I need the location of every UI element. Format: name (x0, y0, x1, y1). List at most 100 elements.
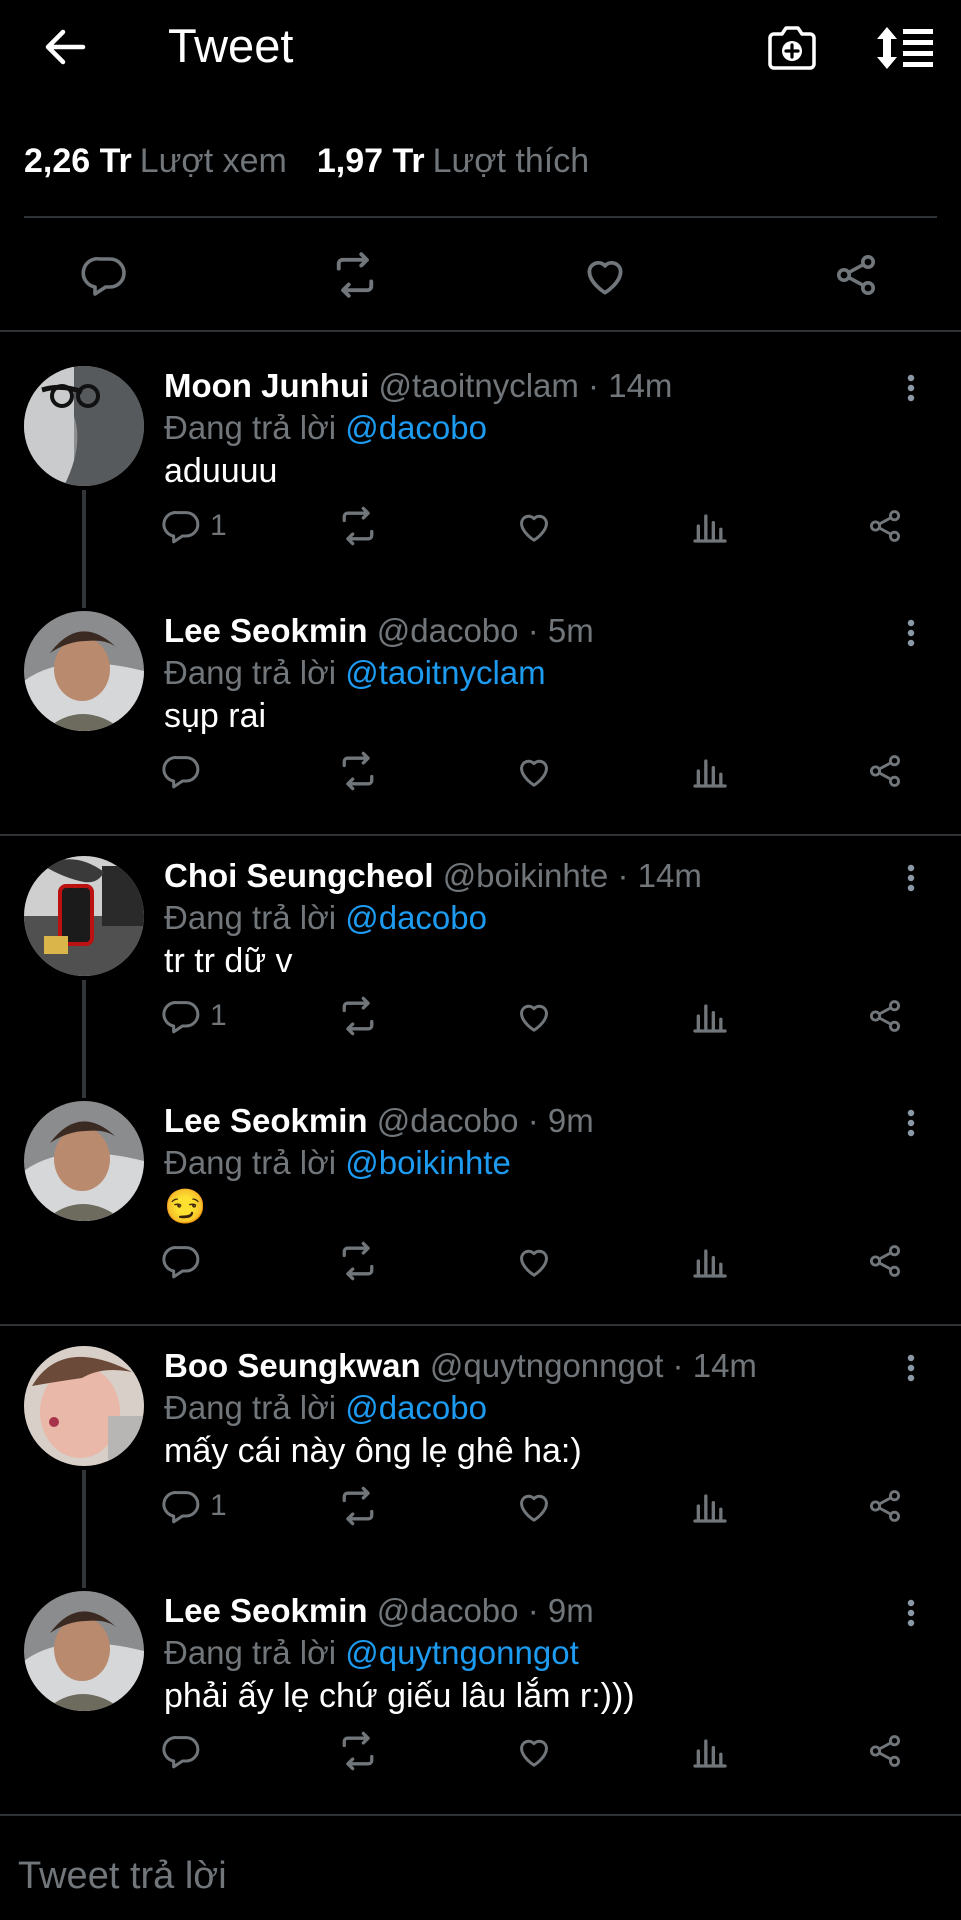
bar-chart-icon (690, 1241, 730, 1281)
avatar[interactable] (24, 611, 144, 731)
reply-tweet[interactable]: Lee Seokmin @dacobo · 9m Đang trả lời @q… (0, 1571, 961, 1816)
reply-tweet[interactable]: Choi Seungcheol @boikinhte · 14m Đang tr… (0, 836, 961, 1081)
main-like-button[interactable] (578, 250, 632, 300)
more-vertical-icon (906, 618, 916, 648)
reply-header: Lee Seokmin @dacobo · 9m (164, 1102, 594, 1140)
avatar[interactable] (24, 856, 144, 976)
camera-plus-icon (766, 24, 818, 72)
reply-button[interactable] (162, 1726, 210, 1776)
mention-link[interactable]: @dacobo (345, 899, 487, 936)
back-button[interactable] (40, 22, 90, 72)
views-label: Lượt xem (139, 142, 287, 180)
retweet-button[interactable] (336, 1726, 380, 1776)
mention-link[interactable]: @taoitnyclam (345, 654, 545, 691)
share-button[interactable] (866, 501, 904, 551)
reply-button[interactable]: 1 (162, 991, 227, 1041)
like-button[interactable] (514, 991, 554, 1041)
view-stats-button[interactable] (690, 1726, 730, 1776)
replying-to: Đang trả lời @taoitnyclam (164, 654, 546, 692)
more-options-button[interactable] (896, 1346, 926, 1390)
retweet-button[interactable] (336, 1481, 380, 1531)
mention-link[interactable]: @dacobo (345, 409, 487, 446)
views-count[interactable]: 2,26 Tr (24, 142, 132, 180)
retweet-button[interactable] (336, 746, 380, 796)
reply-tweet[interactable]: Lee Seokmin @dacobo · 5m Đang trả lời @t… (0, 591, 961, 836)
author-name[interactable]: Moon Junhui (164, 367, 369, 404)
mention-link[interactable]: @quytngonngot (345, 1634, 579, 1671)
retweet-button[interactable] (336, 501, 380, 551)
view-stats-button[interactable] (690, 991, 730, 1041)
reply-icon (162, 1486, 202, 1526)
author-handle[interactable]: @dacobo (377, 1102, 519, 1139)
author-handle[interactable]: @boikinhte (443, 857, 609, 894)
camera-button[interactable] (762, 20, 822, 76)
bar-chart-icon (690, 751, 730, 791)
share-icon (866, 1732, 904, 1770)
author-handle[interactable]: @quytngonngot (430, 1347, 664, 1384)
more-options-button[interactable] (896, 1101, 926, 1145)
avatar[interactable] (24, 1101, 144, 1221)
heart-icon (514, 1241, 554, 1281)
reply-tweet[interactable]: Boo Seungkwan @quytngonngot · 14m Đang t… (0, 1326, 961, 1571)
reply-button[interactable]: 1 (162, 501, 227, 551)
main-retweet-button[interactable] (328, 250, 382, 300)
view-stats-button[interactable] (690, 501, 730, 551)
main-reply-button[interactable] (78, 250, 132, 300)
reply-header: Moon Junhui @taoitnyclam · 14m (164, 367, 672, 405)
share-button[interactable] (866, 1236, 904, 1286)
reply-button[interactable] (162, 746, 210, 796)
reply-compose-input[interactable]: Tweet trả lời (18, 1855, 227, 1898)
heart-icon (514, 751, 554, 791)
sort-replies-button[interactable] (872, 20, 938, 76)
heart-icon (514, 1731, 554, 1771)
reply-actions: 1 (0, 1481, 961, 1541)
share-button[interactable] (866, 746, 904, 796)
bar-chart-icon (690, 1731, 730, 1771)
retweet-button[interactable] (336, 991, 380, 1041)
author-handle[interactable]: @dacobo (377, 1592, 519, 1629)
more-options-button[interactable] (896, 611, 926, 655)
mention-link[interactable]: @dacobo (345, 1389, 487, 1426)
more-vertical-icon (906, 1598, 916, 1628)
share-icon (832, 251, 880, 299)
view-stats-button[interactable] (690, 746, 730, 796)
author-handle[interactable]: @taoitnyclam (378, 367, 578, 404)
reply-actions: 1 (0, 991, 961, 1051)
author-name[interactable]: Choi Seungcheol (164, 857, 434, 894)
share-button[interactable] (866, 1481, 904, 1531)
view-stats-button[interactable] (690, 1481, 730, 1531)
view-stats-button[interactable] (690, 1236, 730, 1286)
like-button[interactable] (514, 501, 554, 551)
author-name[interactable]: Lee Seokmin (164, 612, 368, 649)
likes-count[interactable]: 1,97 Tr (317, 142, 425, 180)
main-share-button[interactable] (829, 250, 883, 300)
avatar[interactable] (24, 1346, 144, 1466)
share-button[interactable] (866, 1726, 904, 1776)
mention-link[interactable]: @boikinhte (345, 1144, 511, 1181)
author-name[interactable]: Lee Seokmin (164, 1102, 368, 1139)
reply-button[interactable] (162, 1236, 210, 1286)
like-button[interactable] (514, 1481, 554, 1531)
author-handle[interactable]: @dacobo (377, 612, 519, 649)
avatar[interactable] (24, 366, 144, 486)
more-options-button[interactable] (896, 1591, 926, 1635)
more-options-button[interactable] (896, 856, 926, 900)
bar-chart-icon (690, 506, 730, 546)
reply-text: aduuuu (164, 452, 278, 490)
retweet-button[interactable] (336, 1236, 380, 1286)
reply-icon (162, 1241, 202, 1281)
divider (0, 330, 961, 332)
reply-button[interactable]: 1 (162, 1481, 227, 1531)
share-button[interactable] (866, 991, 904, 1041)
more-options-button[interactable] (896, 366, 926, 410)
reply-tweet[interactable]: Moon Junhui @taoitnyclam · 14m Đang trả … (0, 346, 961, 591)
like-button[interactable] (514, 746, 554, 796)
bar-chart-icon (690, 996, 730, 1036)
author-name[interactable]: Lee Seokmin (164, 1592, 368, 1629)
author-name[interactable]: Boo Seungkwan (164, 1347, 421, 1384)
like-button[interactable] (514, 1726, 554, 1776)
avatar[interactable] (24, 1591, 144, 1711)
reply-tweet[interactable]: Lee Seokmin @dacobo · 9m Đang trả lời @b… (0, 1081, 961, 1326)
reply-count: 1 (210, 1489, 227, 1522)
like-button[interactable] (514, 1236, 554, 1286)
